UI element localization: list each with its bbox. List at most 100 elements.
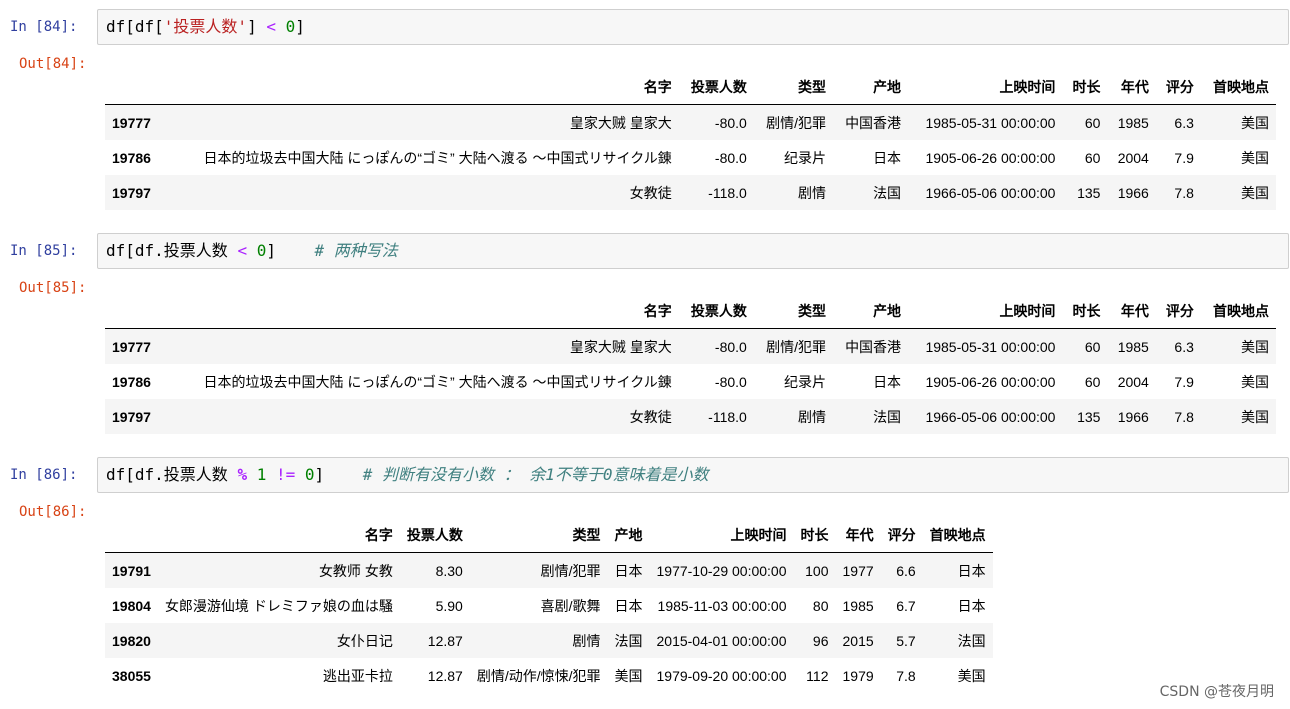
table-cell: 1979 [842,667,874,684]
table-row: 19797 女教徒 -118.0 剧情 法国 1966-05-06 00:00:00 135… [105,399,1276,434]
table-cell: 剧情/动作/惊悚/犯罪 [476,667,601,684]
table-cell: 1966 [1117,408,1149,425]
table-cell: 1966-05-06 00:00:00 [925,408,1056,425]
table-cell: 7.8 [1174,184,1194,201]
output-prompt-86: Out[86]: [19,504,87,520]
table-cell: 5.90 [435,597,463,614]
table-cell: 8.30 [435,562,463,579]
table-cell: 美国 [1241,149,1269,166]
table-cell: 女教徒 [629,184,672,201]
table-cell: 美国 [957,667,986,684]
table-cell: 1905-06-26 00:00:00 [925,149,1056,166]
table-cell: 日本 [873,373,902,390]
table-cell: 12.87 [427,667,463,684]
watermark: CSDN @苍夜月明 [1159,684,1274,700]
table-cell: 纪录片 [784,149,827,166]
table-cell: 女郎漫游仙境 ドレミファ娘の血は騒 [164,597,393,614]
code-cell-86[interactable]: df[df.投票人数 % 1 != 0] # 判断有没有小数 ： 余1不等于0意… [97,457,1289,493]
row-index: 19786 [112,373,151,390]
table-cell: 法国 [957,632,986,649]
table-cell: 日本 [873,149,902,166]
dataframe-output-85: 名字 投票人数 类型 产地 上映时间 时长 年代 评分 首映地点 19777 皇家大贼 皇家大 -80… [105,293,1276,434]
index-header [105,517,158,553]
table-cell: 100 [805,562,829,579]
code-text: df[df.投票人数 [106,241,238,260]
table-cell: 法国 [873,184,902,201]
column-header: 投票人数 [399,517,470,553]
table-cell: 2015 [842,632,874,649]
column-header: 名字 [161,69,679,105]
dataframe-output-84: 名字 投票人数 类型 产地 上映时间 时长 年代 评分 首映地点 19777 皇家大贼 皇家大 -80… [105,69,1276,210]
row-index: 19777 [112,338,151,355]
table-cell: 中国香港 [845,114,902,131]
table-header-row: 名字 投票人数 类型 产地 上映时间 时长 年代 评分 首映地点 [105,69,1276,105]
table-cell: 逃出亚卡拉 [322,667,393,684]
column-header: 年代 [1107,69,1156,105]
table-cell: 1985 [1117,114,1149,131]
column-header: 评分 [1155,69,1201,105]
table-cell: 60 [1084,149,1101,166]
table-cell: 美国 [1241,114,1269,131]
table-cell: 法国 [873,408,902,425]
table-cell: -118.0 [708,184,747,201]
column-header: 投票人数 [678,69,754,105]
code-cell-84[interactable]: df[df['投票人数'] < 0] [97,9,1289,45]
table-cell: 6.7 [896,597,916,614]
table-cell: 剧情 [572,632,601,649]
table-cell: 1979-09-20 00:00:00 [656,667,787,684]
column-header: 首映地点 [1200,293,1276,329]
output-prompt-85: Out[85]: [19,280,87,296]
table-cell: -80.0 [714,149,747,166]
column-header: 上映时间 [908,293,1063,329]
table-cell: 日本的垃圾去中国大陆 にっぽんの“ゴミ” 大陆へ渡る ～中国式リサイクル錬 [203,149,672,166]
table-cell: 法国 [614,632,643,649]
table-cell: 女仆日记 [336,632,393,649]
table-row: 38055 逃出亚卡拉 12.87 剧情/动作/惊悚/犯罪 美国 1979-09-20 0… [105,658,993,693]
table-row: 19777 皇家大贼 皇家大 -80.0 剧情/犯罪 中国香港 1985-05-31 00… [105,328,1276,364]
row-index: 19797 [112,408,151,425]
code-string: '投票人数' [163,17,248,36]
input-prompt-85: In [85]: [10,243,78,259]
table-cell: 中国香港 [845,338,902,355]
table-cell: -80.0 [714,114,747,131]
code-comment: # 两种写法 [314,241,398,260]
table-cell: 剧情/犯罪 [766,338,827,355]
table-cell: 美国 [614,667,643,684]
table-cell: 6.6 [896,562,916,579]
code-text: df[df[ [106,17,164,36]
table-cell: 美国 [1241,338,1269,355]
column-header: 时长 [1062,69,1108,105]
row-index: 19797 [112,184,151,201]
table-cell: 1966 [1117,184,1149,201]
column-header: 首映地点 [1200,69,1276,105]
table-cell: -118.0 [708,408,747,425]
table-cell: 96 [812,632,829,649]
row-index: 19786 [112,149,151,166]
table-cell: 7.9 [1174,373,1194,390]
table-cell: 5.7 [896,632,916,649]
code-operator: != [276,465,296,484]
column-header: 上映时间 [649,517,794,553]
output-prompt-84: Out[84]: [19,56,87,72]
column-header: 名字 [157,517,400,553]
index-header [105,293,162,329]
table-header-row: 名字 投票人数 类型 产地 上映时间 时长 年代 评分 首映地点 [105,293,1276,329]
row-index: 38055 [112,667,151,684]
code-cell-85[interactable]: df[df.投票人数 < 0] # 两种写法 [97,233,1289,269]
table-cell: 剧情/犯罪 [766,114,827,131]
table-cell: 135 [1077,408,1101,425]
dataframe-output-86: 名字 投票人数 类型 产地 上映时间 时长 年代 评分 首映地点 19791 女教师 女教 8.30 剧… [105,517,993,693]
code-operator: % [237,465,248,484]
table-cell: 2004 [1117,149,1149,166]
table-cell: 135 [1077,184,1101,201]
table-cell: 1985-05-31 00:00:00 [925,114,1056,131]
row-index: 19820 [112,632,151,649]
table-cell: 1977-10-29 00:00:00 [656,562,787,579]
